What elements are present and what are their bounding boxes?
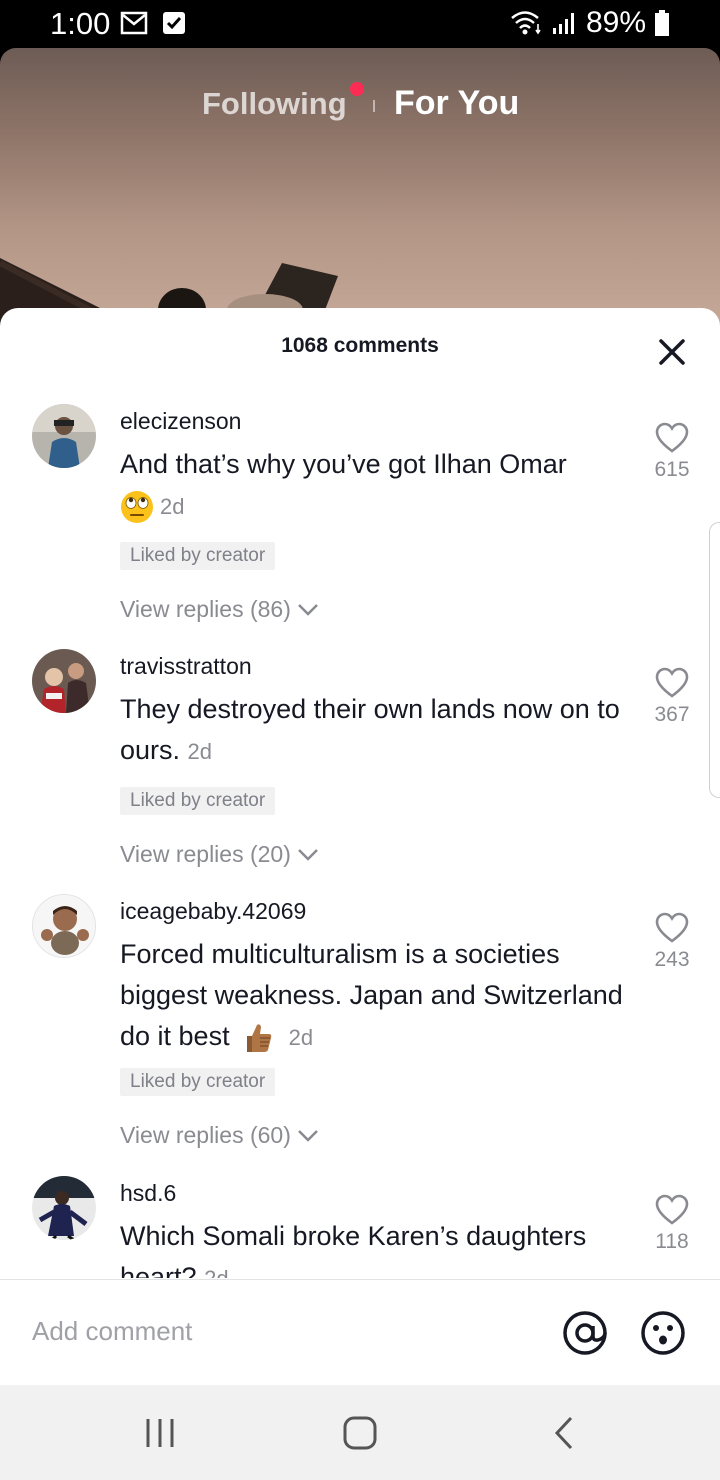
battery-percent: 89% <box>585 6 646 39</box>
back-icon[interactable] <box>545 1413 585 1453</box>
avatar[interactable] <box>32 894 96 958</box>
comment-text: Forced multiculturalism is a societies b… <box>120 934 630 1058</box>
wifi-icon <box>511 11 541 35</box>
comment-body: And that’s why you’ve got Ilhan Omar <box>120 449 567 479</box>
tab-following[interactable]: Following <box>202 86 347 122</box>
new-content-dot <box>350 82 364 96</box>
comments-count-title: 1068 comments <box>281 334 439 357</box>
status-bar: 1:00 89% <box>0 0 720 48</box>
chevron-down-icon <box>297 1129 318 1142</box>
tab-separator <box>373 100 375 112</box>
system-nav-bar <box>0 1385 720 1480</box>
chevron-down-icon <box>297 848 318 861</box>
view-replies-label: View replies (60) <box>120 1122 291 1148</box>
view-replies-button[interactable]: View replies (60) <box>120 1122 319 1149</box>
liked-by-creator-badge: Liked by creator <box>120 1068 276 1096</box>
comment-time: 2d <box>187 739 213 764</box>
thumbs-up-emoji-icon <box>247 1024 272 1052</box>
heart-icon <box>655 912 689 943</box>
like-count: 118 <box>655 1230 689 1253</box>
view-replies-button[interactable]: View replies (20) <box>120 841 319 868</box>
comment-username[interactable]: travisstratton <box>120 653 252 680</box>
recent-apps-icon[interactable] <box>140 1413 180 1453</box>
liked-by-creator-badge: Liked by creator <box>120 542 276 570</box>
tab-for-you[interactable]: For You <box>394 84 519 123</box>
mention-at-icon[interactable] <box>562 1310 608 1356</box>
comment-time: 2d <box>288 1025 314 1050</box>
comments-list[interactable]: elecizenson And that’s why you’ve got Il… <box>0 388 720 1278</box>
eye-roll-emoji-icon <box>121 490 153 523</box>
comment-time: 2d <box>204 1266 228 1278</box>
view-replies-button[interactable]: View replies (86) <box>120 596 319 623</box>
signal-icon <box>552 13 574 34</box>
view-replies-label: View replies (86) <box>120 596 291 622</box>
heart-icon <box>655 1194 689 1225</box>
status-right: 89% <box>510 6 670 40</box>
battery-icon <box>655 10 669 36</box>
comment-body: Forced multiculturalism is a societies b… <box>120 939 623 1051</box>
comments-sheet: 1068 comments elecizenson And that’s why… <box>0 308 720 1384</box>
chevron-down-icon <box>297 603 318 616</box>
view-replies-label: View replies (20) <box>120 841 291 867</box>
checkbox-notification-icon <box>163 12 185 34</box>
avatar[interactable] <box>32 404 96 468</box>
comment-username[interactable]: iceagebaby.42069 <box>120 898 306 925</box>
comment-username[interactable]: elecizenson <box>120 408 241 435</box>
like-button[interactable]: 243 <box>640 912 704 972</box>
heart-icon <box>655 667 689 698</box>
gmail-icon <box>120 11 148 35</box>
comment-time: 2d <box>160 494 185 519</box>
like-button[interactable]: 615 <box>640 422 704 482</box>
comment-body: Which Somali broke Karen’s daughters hea… <box>120 1221 587 1278</box>
feed-tabs: Following For You <box>0 82 720 126</box>
comment-input-bar: Add comment <box>0 1279 720 1385</box>
comment-text: And that’s why you’ve got Ilhan Omar 2d <box>120 444 620 527</box>
avatar[interactable] <box>32 649 96 713</box>
avatar[interactable] <box>32 1176 96 1240</box>
like-count: 615 <box>654 458 690 481</box>
comment-text: Which Somali broke Karen’s daughters hea… <box>120 1216 620 1278</box>
home-icon[interactable] <box>340 1413 380 1453</box>
comment-text: They destroyed their own lands now on to… <box>120 689 620 772</box>
emoji-picker-icon[interactable] <box>640 1310 686 1356</box>
heart-icon <box>655 422 689 453</box>
like-button[interactable]: 118 <box>640 1194 704 1254</box>
close-icon[interactable] <box>650 330 694 374</box>
status-time: 1:00 <box>50 6 111 41</box>
liked-by-creator-badge: Liked by creator <box>120 787 276 815</box>
comment-username[interactable]: hsd.6 <box>120 1180 176 1207</box>
like-button[interactable]: 367 <box>640 667 704 727</box>
like-count: 367 <box>654 703 690 726</box>
add-comment-input[interactable]: Add comment <box>32 1316 192 1347</box>
like-count: 243 <box>654 948 690 971</box>
